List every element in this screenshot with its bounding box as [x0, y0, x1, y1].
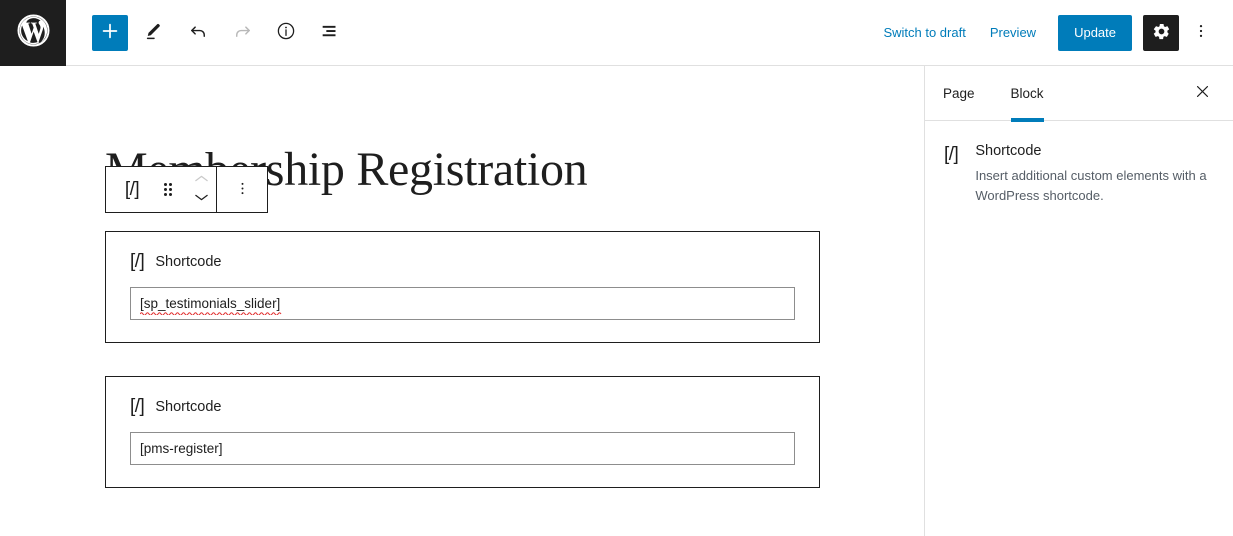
update-button[interactable]: Update — [1058, 14, 1132, 51]
wordpress-logo-icon — [16, 13, 51, 53]
shortcode-block-header: [/] Shortcode — [130, 397, 795, 416]
shortcode-icon: [/] — [124, 179, 140, 200]
header-tools-group — [66, 14, 348, 51]
tools-pencil-button[interactable] — [136, 15, 172, 51]
shortcode-icon: [/] — [944, 144, 959, 165]
switch-to-draft-button[interactable]: Switch to draft — [871, 19, 977, 46]
details-button[interactable] — [268, 15, 304, 51]
shortcode-block[interactable]: [/] Shortcode — [105, 231, 820, 343]
block-type-button[interactable]: [/] — [114, 167, 150, 212]
close-sidebar-button[interactable] — [1187, 78, 1217, 108]
chevron-up-icon[interactable] — [193, 171, 210, 189]
undo-arrow-icon — [187, 20, 210, 46]
block-toolbar: [/] — [105, 166, 268, 213]
block-card-text: Shortcode Insert additional custom eleme… — [975, 143, 1213, 205]
preview-button[interactable]: Preview — [978, 19, 1048, 46]
shortcode-block-label: Shortcode — [155, 398, 222, 415]
pencil-icon — [143, 20, 165, 45]
settings-sidebar: Page Block [/] Shortcode Insert addition… — [924, 66, 1233, 536]
block-toolbar-main-group: [/] — [106, 167, 216, 212]
list-view-button[interactable] — [312, 15, 348, 51]
shortcode-input-wrapper — [130, 287, 795, 320]
shortcode-input[interactable] — [130, 432, 795, 465]
shortcode-icon: [/] — [130, 396, 145, 417]
redo-button[interactable] — [224, 15, 260, 51]
block-movers[interactable] — [186, 167, 216, 212]
tab-page[interactable]: Page — [925, 66, 993, 121]
shortcode-block-header: [/] Shortcode — [130, 252, 795, 271]
list-view-icon — [319, 20, 341, 45]
wordpress-logo-button[interactable] — [0, 0, 66, 66]
editor-canvas: Membership Registration [/] [/] Shortcod… — [0, 66, 924, 536]
close-x-icon — [1194, 83, 1211, 103]
editor-body: Membership Registration [/] [/] Shortcod… — [0, 66, 1233, 536]
gear-icon — [1152, 22, 1171, 44]
block-card: [/] Shortcode Insert additional custom e… — [925, 121, 1233, 205]
editor-header: Switch to draft Preview Update — [0, 0, 1233, 66]
more-options-button[interactable] — [1183, 15, 1219, 51]
shortcode-input[interactable] — [130, 287, 795, 320]
block-options-button[interactable] — [217, 167, 267, 212]
chevron-down-icon[interactable] — [193, 190, 210, 208]
drag-handle-icon — [164, 183, 172, 196]
shortcode-input-wrapper — [130, 432, 795, 465]
tab-block[interactable]: Block — [993, 66, 1062, 122]
sidebar-tabs: Page Block — [925, 66, 1233, 122]
plus-icon — [99, 20, 121, 45]
kebab-vertical-icon — [234, 180, 251, 200]
block-card-description: Insert additional custom elements with a… — [975, 168, 1207, 203]
block-inserter-button[interactable] — [92, 14, 128, 51]
shortcode-block-label: Shortcode — [155, 253, 222, 270]
block-drag-handle[interactable] — [150, 167, 186, 212]
settings-button[interactable] — [1143, 14, 1179, 51]
shortcode-block[interactable]: [/] Shortcode — [105, 376, 820, 488]
info-circle-icon — [275, 20, 297, 45]
header-actions-group: Switch to draft Preview Update — [871, 14, 1233, 51]
kebab-vertical-icon — [1192, 22, 1210, 43]
block-card-title: Shortcode — [975, 143, 1042, 159]
undo-button[interactable] — [180, 15, 216, 51]
redo-arrow-icon — [231, 20, 254, 46]
shortcode-icon: [/] — [130, 251, 145, 272]
